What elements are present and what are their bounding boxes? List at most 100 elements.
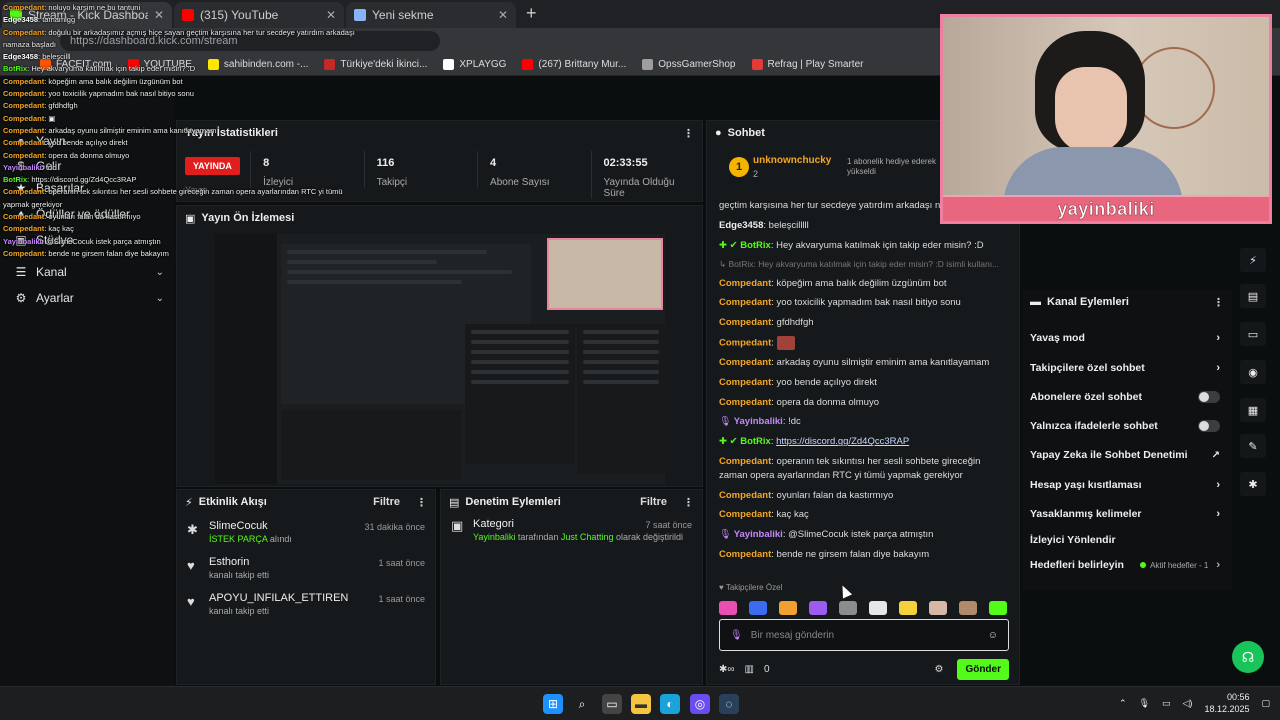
chat-username[interactable]: Compedant — [719, 297, 771, 308]
chat-username[interactable]: Compedant — [719, 377, 771, 388]
nav-item[interactable]: ⚙ Ayarlar ⌄ — [14, 288, 164, 308]
toggle-switch[interactable] — [1198, 420, 1220, 432]
chat-link[interactable]: https://discord.gg/Zd4Qcc3RAP — [776, 436, 909, 447]
preview-row — [583, 350, 659, 354]
emote-button[interactable] — [899, 601, 917, 615]
channel-action-item[interactable]: Yapay Zeka ile Sohbet Denetimi ↗ — [1030, 445, 1220, 465]
emote-button[interactable] — [929, 601, 947, 615]
event-user[interactable]: Esthorin — [209, 556, 249, 568]
bolt-rail-icon[interactable]: ⚡ — [1240, 248, 1266, 272]
chat-text: beleşcilllll — [768, 219, 809, 231]
mic-tray-icon[interactable]: 🎙 — [1139, 698, 1150, 709]
tab-new[interactable]: Yeni sekme ✕ — [346, 2, 516, 28]
more-options-icon[interactable]: ⋮ — [683, 496, 694, 509]
chat-username[interactable]: Compedant — [719, 549, 771, 560]
chat-username[interactable]: Compedant — [719, 357, 771, 368]
points-icon[interactable]: ✱∞ — [719, 664, 735, 675]
channel-action-item[interactable]: Hedefleri belirleyin Aktif hedefler - 1 › — [1030, 555, 1220, 575]
obs-icon[interactable]: ◎ — [690, 694, 710, 714]
emote-button[interactable] — [749, 601, 767, 615]
channel-action-item[interactable]: Takipçilere özel sohbet › — [1030, 358, 1220, 378]
document-rail-icon[interactable]: ▤ — [1240, 284, 1266, 308]
chat-message: ✚ ✔ BotRix: Hey akvaryuma katılmak için … — [719, 239, 984, 251]
file-explorer-icon[interactable]: ▬ — [631, 694, 651, 714]
steam-icon[interactable]: ◌ — [719, 694, 739, 714]
overlay-username: Compedant — [3, 212, 45, 222]
gift-count: 0 — [763, 663, 770, 675]
emote-button[interactable] — [839, 601, 857, 615]
gift-icon[interactable]: ▥ — [745, 664, 754, 675]
help-button[interactable]: ☊ — [1232, 641, 1264, 673]
wrench-rail-icon[interactable]: ✎ — [1240, 434, 1266, 458]
event-user[interactable]: APOYU_INFILAK_ETTIREN — [209, 592, 348, 604]
points-rail-icon[interactable]: ✱ — [1240, 472, 1266, 496]
chat-rail-icon[interactable]: ▭ — [1240, 322, 1266, 346]
emote-button[interactable] — [959, 601, 977, 615]
channel-action-item[interactable]: Yalnızca ifadelerle sohbet — [1030, 416, 1220, 436]
bookmark-item[interactable]: XPLAYGG — [443, 59, 506, 70]
chat-username[interactable]: Compedant — [719, 317, 771, 328]
broadcast-rail-icon[interactable]: ◉ — [1240, 360, 1266, 384]
volume-icon[interactable]: ◁) — [1183, 698, 1193, 709]
emoji-icon[interactable]: ☺ — [988, 630, 998, 641]
chat-username[interactable]: Compedant — [719, 490, 771, 501]
chat-username[interactable]: Yayinbaliki — [734, 416, 783, 427]
send-button[interactable]: Gönder — [957, 658, 1009, 680]
emote-button[interactable] — [869, 601, 887, 615]
display-icon[interactable]: ▭ — [1162, 698, 1171, 709]
stream-preview-video[interactable] — [215, 234, 665, 484]
search-icon[interactable]: ⌕ — [572, 694, 592, 714]
chat-input[interactable]: 🎙 Bir mesaj gönderin ☺ — [719, 619, 1009, 651]
channel-action-item[interactable]: Abonelere özel sohbet — [1030, 387, 1220, 407]
toggle-switch[interactable] — [1198, 391, 1220, 403]
stat-value: 116 — [376, 157, 395, 169]
chat-message: Compedant: yoo toxicilik yapmadım bak na… — [719, 297, 961, 309]
clock[interactable]: 00:56 18.12.2025 — [1204, 691, 1249, 715]
bookmark-item[interactable]: (267) Brittany Mur... — [522, 59, 626, 70]
bookmark-item[interactable]: Refrag | Play Smarter — [751, 59, 863, 70]
more-options-icon[interactable]: ⋮ — [683, 127, 694, 140]
nav-item[interactable]: ☰ Kanal ⌄ — [14, 262, 164, 282]
filter-button[interactable]: Filtre — [640, 496, 667, 508]
emote-button[interactable] — [809, 601, 827, 615]
chat-username[interactable]: Yayinbaliki — [734, 529, 783, 540]
mic-icon[interactable]: 🎙 — [730, 630, 743, 641]
heart-icon: ♥ — [187, 594, 195, 609]
notification-icon[interactable]: ▢ — [1261, 698, 1270, 709]
chat-text: ↳ BotRix: Hey akvaryuma katılmak için ta… — [719, 259, 1000, 270]
channel-action-item[interactable]: Yavaş mod › — [1030, 328, 1220, 348]
chat-username[interactable]: Compedant — [719, 509, 771, 520]
chat-username[interactable]: BotRix — [740, 436, 771, 447]
channel-action-item[interactable]: Yasaklanmış kelimeler › — [1030, 504, 1220, 524]
edge-browser-icon[interactable]: ◐ — [660, 694, 680, 714]
event-user[interactable]: SlimeCocuk — [209, 520, 268, 532]
new-tab-button[interactable]: + — [516, 3, 547, 28]
layout-rail-icon[interactable]: ▦ — [1240, 398, 1266, 422]
filter-button[interactable]: Filtre — [373, 496, 400, 508]
close-tab-icon[interactable]: ✕ — [498, 8, 508, 22]
more-options-icon[interactable]: ⋮ — [1213, 296, 1224, 309]
channel-action-item[interactable]: İzleyici Yönlendir — [1030, 530, 1220, 550]
chat-username[interactable]: Compedant — [719, 397, 771, 408]
overlay-username: Compedant — [3, 138, 45, 148]
emote-button[interactable] — [989, 601, 1007, 615]
chat-username[interactable]: Compedant — [719, 278, 771, 289]
chat-message: Compedant: arkadaş oyunu silmiştir emini… — [719, 357, 990, 369]
emote-button[interactable] — [779, 601, 797, 615]
chat-username[interactable]: Compedant — [719, 337, 771, 348]
windows-start-icon[interactable]: ⊞ — [543, 694, 563, 714]
active-goals-label: Aktif hedefler - 1 — [1150, 560, 1209, 570]
preview-row — [287, 270, 512, 274]
task-view-icon[interactable]: ▭ — [602, 694, 622, 714]
overlay-text: operanın tek sıkıntısı her sesli sohbete… — [3, 187, 343, 209]
chat-username[interactable]: BotRix — [740, 240, 771, 251]
settings-icon[interactable]: ⚙ — [934, 664, 943, 675]
chat-username[interactable]: Compedant — [719, 456, 771, 467]
chat-username[interactable]: Edge3458 — [719, 220, 763, 231]
overlay-username: Compedant — [3, 224, 45, 234]
channel-action-item[interactable]: Hesap yaşı kısıtlaması › — [1030, 475, 1220, 495]
chevron-up-icon[interactable]: ⌃ — [1119, 698, 1127, 709]
bookmark-item[interactable]: OpssGamerShop — [642, 59, 736, 70]
emote-button[interactable] — [719, 601, 737, 615]
more-options-icon[interactable]: ⋮ — [416, 496, 427, 509]
